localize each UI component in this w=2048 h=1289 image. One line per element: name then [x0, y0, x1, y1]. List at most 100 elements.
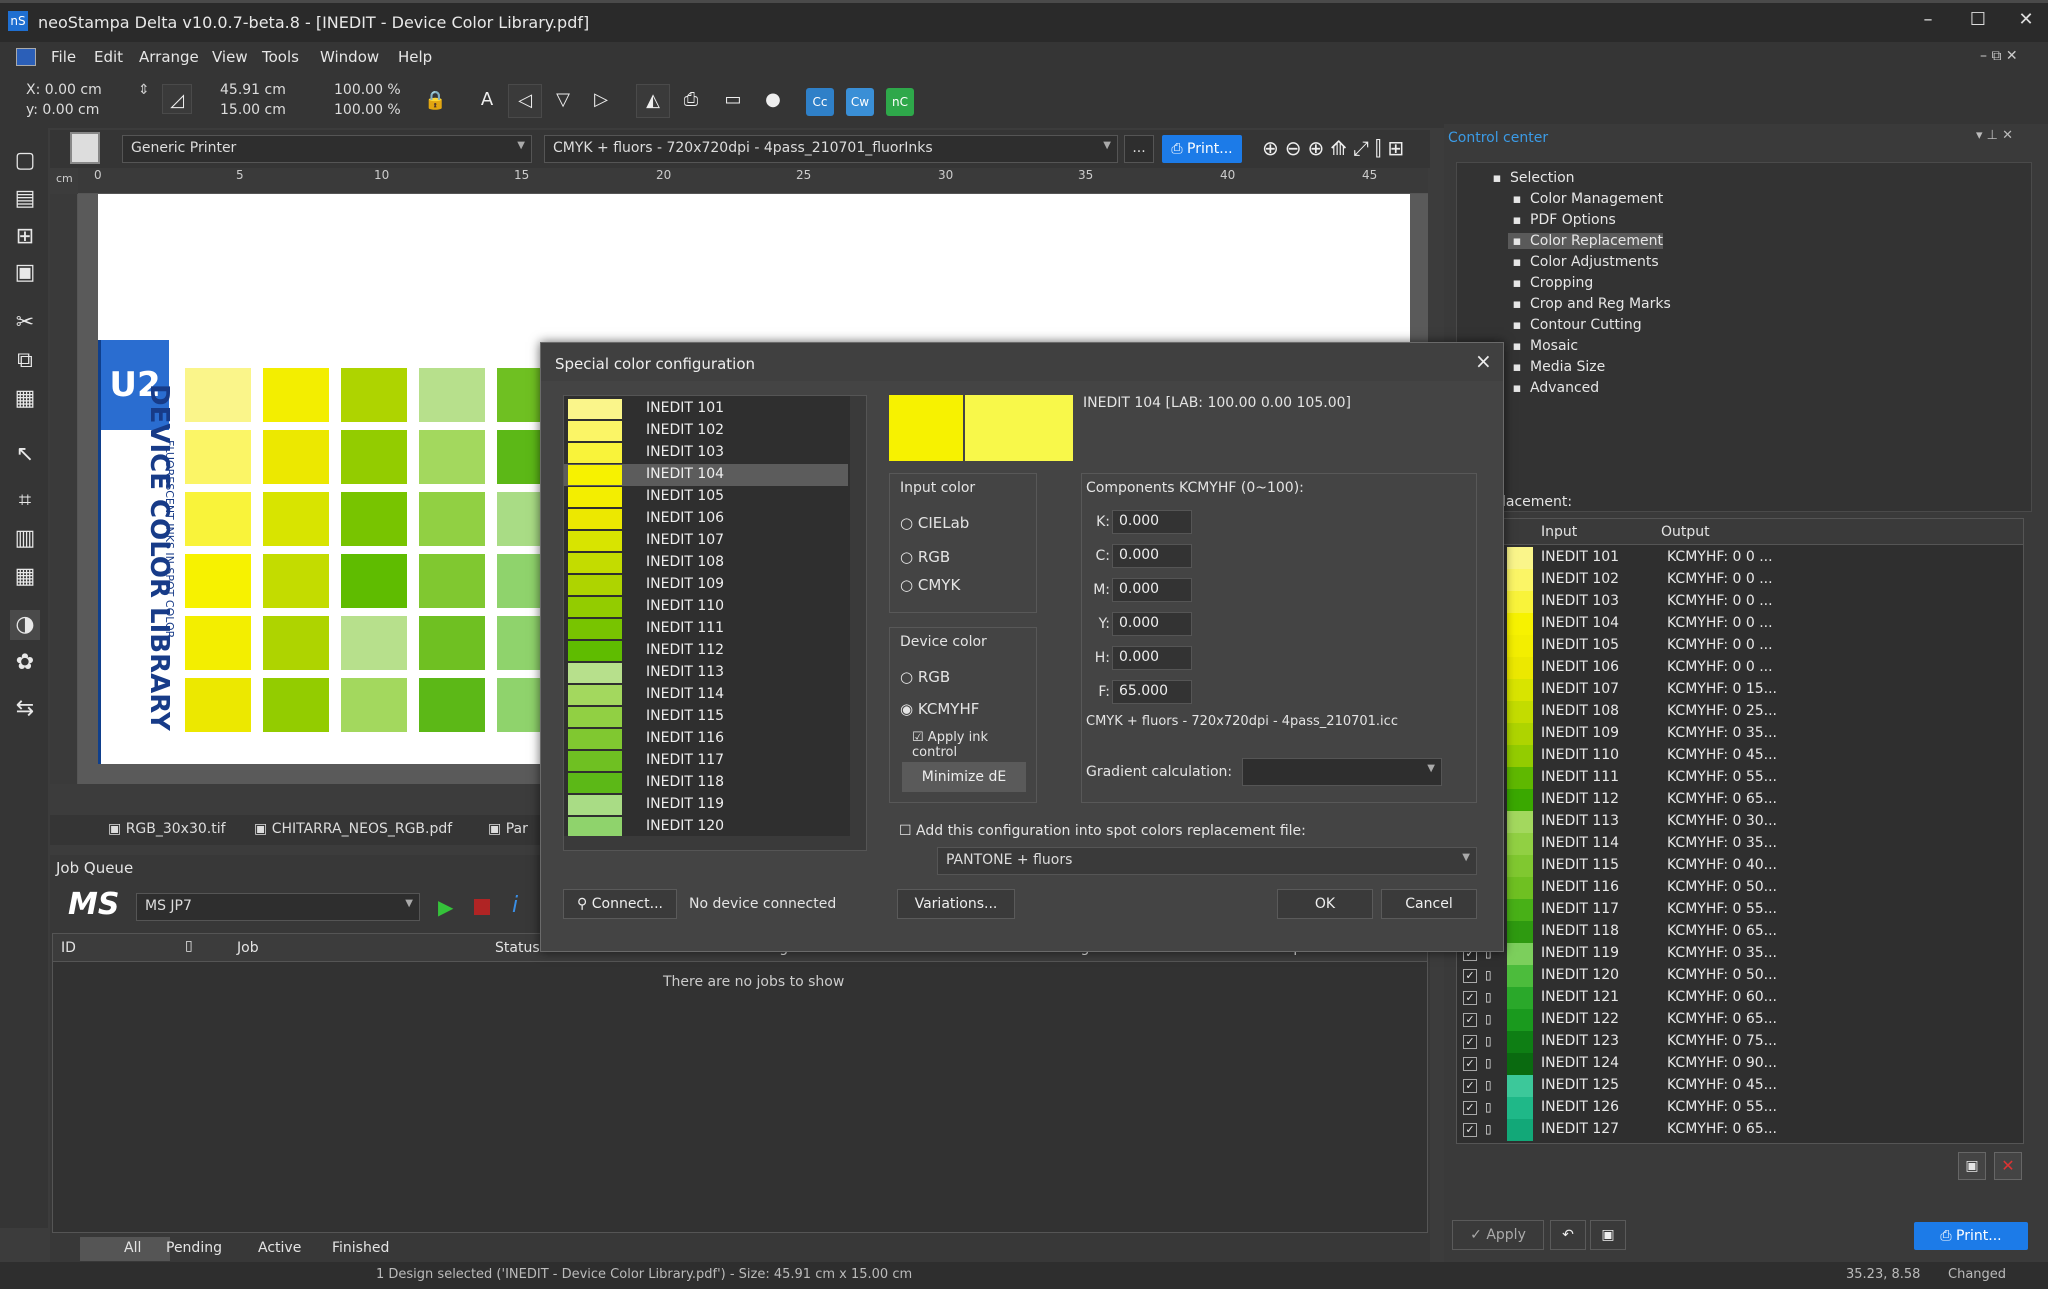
- grid-icon[interactable]: ▦: [10, 562, 40, 592]
- cancel-button[interactable]: Cancel: [1381, 889, 1477, 919]
- component-input[interactable]: 0.000: [1112, 612, 1192, 636]
- row-checkbox[interactable]: ✓: [1463, 1079, 1477, 1093]
- scale-y-field[interactable]: 100.00 %: [334, 102, 401, 118]
- variations-button[interactable]: Variations...: [897, 889, 1015, 919]
- file-tab[interactable]: ▣ RGB_30x30.tif: [108, 821, 226, 837]
- cut-icon[interactable]: ✂: [10, 308, 40, 338]
- replacement-row[interactable]: ✓▯INEDIT 115KCMYHF: 0 40...: [1457, 855, 2017, 877]
- minimize-de-button[interactable]: Minimize dE: [902, 762, 1026, 792]
- tab-active[interactable]: Active: [258, 1240, 301, 1256]
- layers-icon[interactable]: ▥: [10, 524, 40, 554]
- pos-x[interactable]: X: 0.00 cm: [26, 82, 102, 98]
- delete-icon[interactable]: ✕: [1994, 1152, 2022, 1180]
- export-icon[interactable]: ▣: [1958, 1152, 1986, 1180]
- zoom-tools[interactable]: ⊕⊖⊕⟰⤢⫿⊞: [1262, 136, 1410, 160]
- mirror-icon[interactable]: ◭: [636, 84, 670, 118]
- color-list-item[interactable]: INEDIT 117: [564, 750, 848, 772]
- color-list-item[interactable]: INEDIT 101: [564, 398, 848, 420]
- color-list-item[interactable]: INEDIT 116: [564, 728, 848, 750]
- color-list-item[interactable]: INEDIT 104: [564, 464, 848, 486]
- component-input[interactable]: 65.000: [1112, 680, 1192, 704]
- mdi-controls[interactable]: – ⧉ ✕: [1980, 48, 2018, 64]
- copy-icon[interactable]: ⧉: [10, 346, 40, 376]
- play-icon[interactable]: ▶: [438, 895, 453, 919]
- replacement-row[interactable]: ✓ ▯ INEDIT 127 KCMYHF: 0 65...: [1457, 1119, 2017, 1141]
- menu-edit[interactable]: Edit: [94, 48, 123, 66]
- cc-print-button[interactable]: ⎙ Print...: [1914, 1222, 2028, 1250]
- radio-cmyk-input[interactable]: ○ CMYK: [900, 576, 960, 594]
- replacement-row[interactable]: ✓ ▯ INEDIT 121 KCMYHF: 0 60...: [1457, 987, 2017, 1009]
- align-bottom-icon[interactable]: ▽: [546, 84, 580, 118]
- color-list-item[interactable]: INEDIT 111: [564, 618, 848, 640]
- scale-x-field[interactable]: 100.00 %: [334, 82, 401, 98]
- color-list-item[interactable]: INEDIT 114: [564, 684, 848, 706]
- swap-icon[interactable]: ⇆: [10, 694, 40, 724]
- replacement-row[interactable]: ✓▯INEDIT 118KCMYHF: 0 65...: [1457, 921, 2017, 943]
- tab-all[interactable]: All: [80, 1237, 170, 1261]
- color-list-item[interactable]: INEDIT 118: [564, 772, 848, 794]
- printer-select[interactable]: Generic Printer ▼: [122, 135, 532, 163]
- col-input[interactable]: Input: [1541, 524, 1577, 540]
- nc-icon[interactable]: nC: [886, 88, 914, 116]
- component-input[interactable]: 0.000: [1112, 544, 1192, 568]
- tree-item[interactable]: ▪ Contour Cutting: [1508, 317, 1642, 333]
- ok-button[interactable]: OK: [1277, 889, 1373, 919]
- cc-icon[interactable]: Cc: [806, 88, 834, 116]
- component-input[interactable]: 0.000: [1112, 578, 1192, 602]
- align-right-icon[interactable]: ▷: [584, 84, 618, 118]
- replacement-row[interactable]: ✓▯INEDIT 109KCMYHF: 0 35...: [1457, 723, 2017, 745]
- replacement-row[interactable]: ✓▯INEDIT 101KCMYHF: 0 0 ...: [1457, 547, 2017, 569]
- pos-y[interactable]: y: 0.00 cm: [26, 102, 99, 118]
- replacement-row[interactable]: ✓ ▯ INEDIT 119 KCMYHF: 0 35...: [1457, 943, 2017, 965]
- col-status[interactable]: Status: [495, 940, 540, 956]
- col-job[interactable]: Job: [237, 940, 259, 956]
- apply-button[interactable]: ✓ Apply: [1452, 1220, 1544, 1250]
- tree-item[interactable]: ▪ Color Management: [1508, 191, 1664, 207]
- size-lock-icon[interactable]: ⇕: [138, 82, 158, 118]
- replacement-row[interactable]: ✓ ▯ INEDIT 120 KCMYHF: 0 50...: [1457, 965, 2017, 987]
- crop-tool-icon[interactable]: ⌗: [10, 486, 40, 516]
- undo-icon[interactable]: ↶: [1550, 1220, 1586, 1250]
- replacement-row[interactable]: ✓▯INEDIT 104KCMYHF: 0 0 ...: [1457, 613, 2017, 635]
- lock-icon[interactable]: 🔒: [424, 90, 446, 111]
- col-output[interactable]: Output: [1661, 524, 1710, 540]
- printer-settings-icon[interactable]: ⎙: [674, 84, 708, 118]
- palette-icon[interactable]: ✿: [10, 648, 40, 678]
- replacement-row[interactable]: ✓ ▯ INEDIT 122 KCMYHF: 0 65...: [1457, 1009, 2017, 1031]
- tab-pending[interactable]: Pending: [166, 1240, 222, 1256]
- radio-rgb-device[interactable]: ○ RGB: [900, 668, 950, 686]
- replacement-row[interactable]: ✓▯INEDIT 111KCMYHF: 0 55...: [1457, 767, 2017, 789]
- chart-icon[interactable]: ◿: [162, 84, 192, 114]
- doc-menu-icon[interactable]: [16, 48, 36, 66]
- color-list-item[interactable]: INEDIT 103: [564, 442, 848, 464]
- menu-arrange[interactable]: Arrange: [139, 48, 199, 66]
- menu-window[interactable]: Window: [320, 48, 379, 66]
- row-checkbox[interactable]: ✓: [1463, 1013, 1477, 1027]
- print-button[interactable]: ⎙ Print...: [1162, 135, 1242, 163]
- more-button[interactable]: ...: [1124, 135, 1154, 163]
- save-settings-icon[interactable]: ▣: [1590, 1220, 1626, 1250]
- replacement-row[interactable]: ✓▯INEDIT 105KCMYHF: 0 0 ...: [1457, 635, 2017, 657]
- col-id[interactable]: ID: [61, 940, 76, 956]
- row-checkbox[interactable]: ✓: [1463, 1101, 1477, 1115]
- stop-icon[interactable]: [474, 899, 490, 915]
- tree-item[interactable]: ▪ Advanced: [1508, 380, 1600, 396]
- menu-tools[interactable]: Tools: [262, 48, 299, 66]
- folder-icon[interactable]: ▭: [716, 84, 750, 118]
- row-checkbox[interactable]: ✓: [1463, 991, 1477, 1005]
- radio-kcmyhf[interactable]: ◉ KCMYHF: [900, 700, 979, 718]
- replacement-row[interactable]: ✓ ▯ INEDIT 124 KCMYHF: 0 90...: [1457, 1053, 2017, 1075]
- width-field[interactable]: 45.91 cm: [220, 82, 286, 98]
- page-icon[interactable]: [70, 132, 100, 164]
- file-tab[interactable]: ▣ Par: [488, 821, 528, 837]
- list-hscrollbar[interactable]: [564, 836, 866, 850]
- spot-colors-checkbox[interactable]: ☐ Add this configuration into spot color…: [899, 823, 1306, 839]
- color-list-item[interactable]: INEDIT 110: [564, 596, 848, 618]
- ink-drop-icon[interactable]: ●: [756, 84, 790, 118]
- component-input[interactable]: 0.000: [1112, 510, 1192, 534]
- tree-item[interactable]: ▪ Crop and Reg Marks: [1508, 296, 1671, 312]
- row-checkbox[interactable]: ✓: [1463, 1057, 1477, 1071]
- gradient-select[interactable]: ▼: [1242, 758, 1442, 786]
- color-list-item[interactable]: INEDIT 112: [564, 640, 848, 662]
- replacement-row[interactable]: ✓▯INEDIT 102KCMYHF: 0 0 ...: [1457, 569, 2017, 591]
